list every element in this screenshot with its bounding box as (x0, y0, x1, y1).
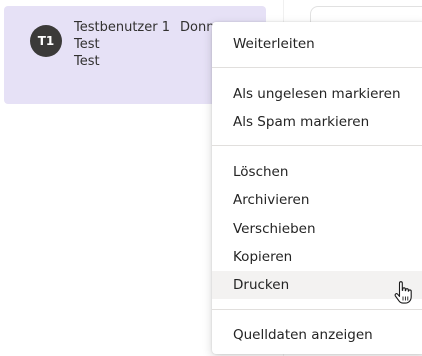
menu-item-mark-spam[interactable]: Als Spam markieren (212, 108, 422, 136)
menu-item-archive[interactable]: Archivieren (212, 186, 422, 214)
mail-subject: Test (74, 37, 100, 52)
mail-preview: Test (74, 54, 100, 69)
menu-item-label: Quelldaten anzeigen (233, 327, 373, 343)
menu-separator (212, 145, 422, 146)
mail-sender: Testbenutzer 1 (74, 20, 170, 35)
menu-item-label: Löschen (233, 164, 289, 180)
menu-item-label: Als Spam markieren (233, 114, 370, 130)
menu-item-label: Verschieben (233, 221, 316, 237)
mail-item-text: Testbenutzer 1 Donne Test Test (74, 19, 222, 70)
menu-item-label: Weiterleiten (233, 36, 315, 52)
context-menu: Weiterleiten Als ungelesen markieren Als… (212, 22, 422, 354)
mail-item-header-line: Testbenutzer 1 Donne (74, 19, 222, 36)
menu-item-move[interactable]: Verschieben (212, 215, 422, 243)
sender-avatar: T1 (30, 25, 62, 57)
mail-app-viewport: T1 Testbenutzer 1 Donne Test Test Weiterl… (0, 0, 422, 356)
menu-item-print[interactable]: Drucken (212, 271, 422, 299)
menu-separator (212, 309, 422, 310)
menu-item-forward[interactable]: Weiterleiten (212, 30, 422, 58)
menu-item-label: Archivieren (233, 192, 310, 208)
menu-item-view-source[interactable]: Quelldaten anzeigen (212, 321, 422, 349)
menu-item-mark-unread[interactable]: Als ungelesen markieren (212, 80, 422, 108)
menu-item-copy[interactable]: Kopieren (212, 243, 422, 271)
menu-item-delete[interactable]: Löschen (212, 158, 422, 186)
menu-item-label: Drucken (233, 277, 290, 293)
hand-pointer-icon (394, 281, 412, 304)
menu-item-label: Kopieren (233, 249, 293, 265)
avatar-initials: T1 (37, 34, 55, 48)
menu-separator (212, 67, 422, 68)
menu-item-label: Als ungelesen markieren (233, 86, 401, 102)
